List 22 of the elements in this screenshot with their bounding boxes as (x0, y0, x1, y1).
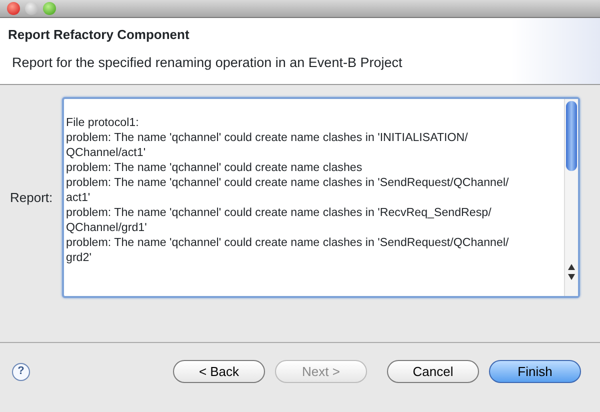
report-line: QChannel/act1' (66, 145, 147, 160)
dialog-button[interactable]: Cancel (387, 360, 479, 383)
report-line: act1' (66, 190, 92, 205)
report-text-area[interactable] (62, 97, 580, 298)
report-line: grd2' (66, 250, 92, 265)
page-title: Report Refactory Component (8, 26, 190, 44)
scroll-up-icon[interactable] (568, 264, 575, 270)
report-line: File protocol1: (66, 115, 140, 130)
report-label: Report: (10, 188, 54, 207)
report-line: problem: The name 'qchannel' could create name clashes (66, 160, 364, 175)
report-line: problem: The name 'qchannel' could create name clashes in 'SendRequest/QChannel/ (66, 175, 510, 190)
report-line: problem: The name 'qchannel' could create name clashes in 'INITIALISATION/ (66, 130, 469, 145)
scroll-down-icon[interactable] (568, 274, 575, 280)
vertical-scrollbar[interactable] (564, 99, 578, 296)
report-line: QChannel/grd1' (66, 220, 148, 235)
help-icon[interactable]: ? (12, 362, 30, 380)
page-description: Report for the specified renaming operation in an Event-B Project (12, 54, 404, 72)
report-line: problem: The name 'qchannel' could create name clashes in 'RecvReq_SendResp/ (66, 205, 492, 220)
close-window-button[interactable] (7, 2, 20, 15)
dialog-button[interactable]: < Back (173, 360, 265, 383)
dialog-button[interactable]: Finish (489, 360, 581, 383)
report-line: problem: The name 'qchannel' could create name clashes in 'SendRequest/QChannel/ (66, 235, 510, 250)
